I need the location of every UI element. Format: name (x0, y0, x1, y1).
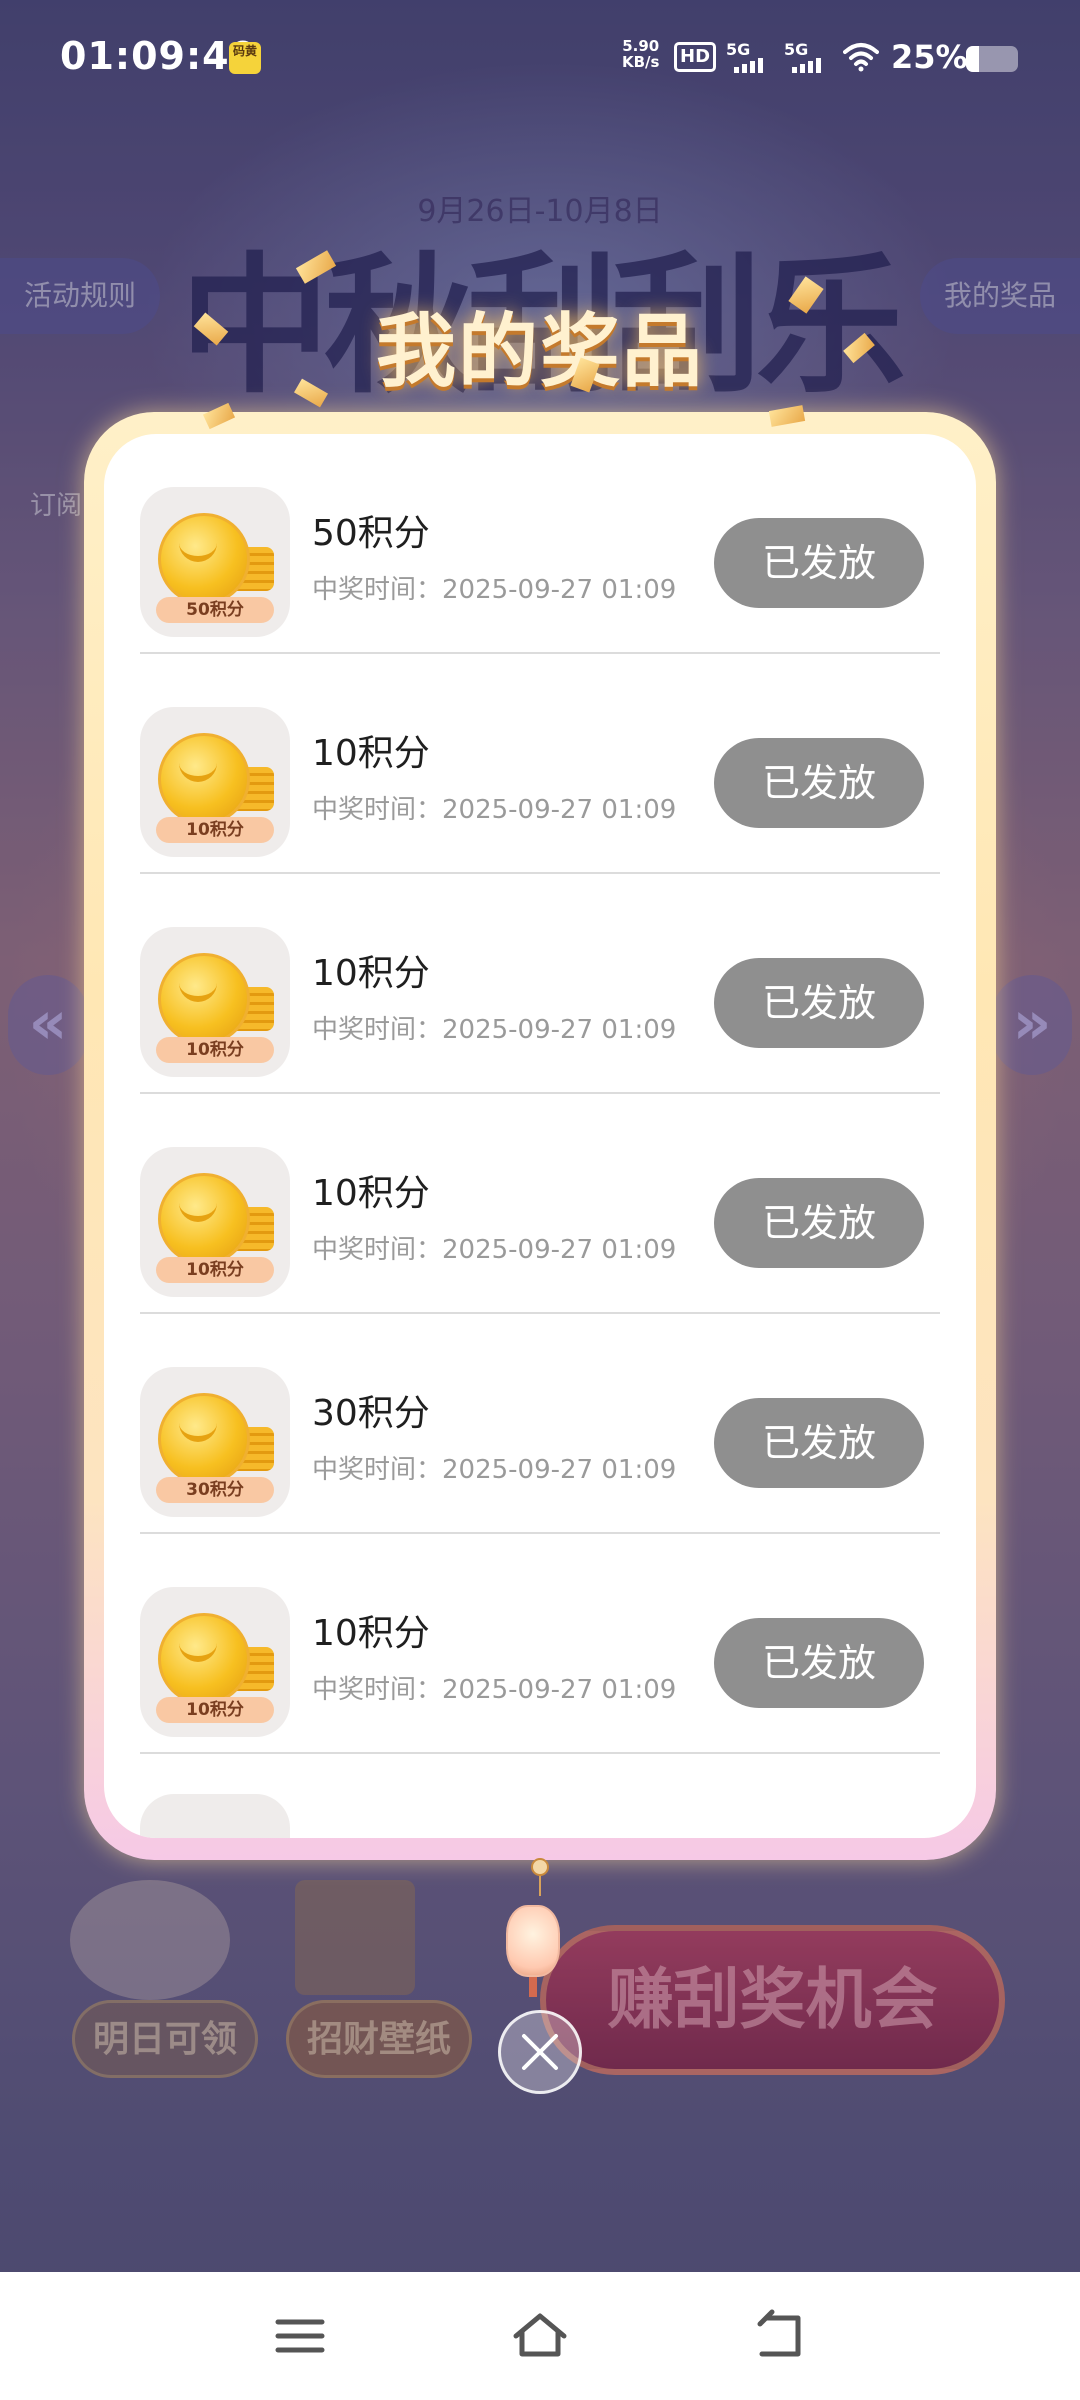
prize-row: 10积分 10积分 中奖时间：2025-09-27 01:09 已发放 (140, 1534, 940, 1754)
prize-name: 30积分 (312, 1393, 430, 1434)
status-time: 01:09:40 (60, 34, 258, 78)
close-button[interactable] (498, 2010, 582, 2094)
coin-graphic (158, 1613, 250, 1705)
coin-icon: 10积分 (140, 707, 290, 857)
battery-percentage: 25% (891, 38, 968, 76)
close-icon (522, 2034, 558, 2070)
prize-name: 50积分 (312, 513, 430, 554)
prize-time: 中奖时间：2025-09-27 01:09 (312, 575, 677, 605)
back-icon[interactable] (750, 2306, 810, 2366)
issued-status-button[interactable]: 已发放 (714, 518, 924, 608)
lantern-knot (531, 1858, 549, 1876)
status-bar: 01:09:40 码黄 5.90 KB/s HD 5G 5G 25% (0, 0, 1080, 116)
battery-icon (966, 46, 1018, 72)
issued-status-button[interactable]: 已发放 (714, 958, 924, 1048)
prize-badge: 10积分 (156, 817, 274, 843)
next-prize-thumbnail (140, 1794, 290, 1838)
issued-status-button[interactable]: 已发放 (714, 738, 924, 828)
navigation-bar (0, 2272, 1080, 2400)
sim2-network-label: 5G (784, 40, 809, 59)
prize-name: 10积分 (312, 733, 430, 774)
coin-graphic (158, 953, 250, 1045)
hd-voice-icon: HD (674, 42, 717, 72)
coin-icon: 10积分 (140, 1587, 290, 1737)
lantern-tassel (529, 1977, 537, 1997)
prize-badge: 10积分 (156, 1697, 274, 1723)
coin-icon: 50积分 (140, 487, 290, 637)
coin-graphic (158, 1173, 250, 1265)
coin-icon: 10积分 (140, 927, 290, 1077)
prize-time: 中奖时间：2025-09-27 01:09 (312, 1675, 677, 1705)
coin-icon: 30积分 (140, 1367, 290, 1517)
menu-icon[interactable] (270, 2306, 330, 2366)
prize-time: 中奖时间：2025-09-27 01:09 (312, 1455, 677, 1485)
prize-name: 10积分 (312, 953, 430, 994)
coin-graphic (158, 733, 250, 825)
popup-title: 我的奖品 (376, 305, 704, 398)
coin-graphic (158, 513, 250, 605)
prize-row: 30积分 30积分 中奖时间：2025-09-27 01:09 已发放 (140, 1314, 940, 1534)
prize-list[interactable]: 50积分 50积分 中奖时间：2025-09-27 01:09 已发放 10积分 10积分… (104, 434, 976, 1838)
prize-badge: 10积分 (156, 1037, 274, 1063)
prize-time: 中奖时间：2025-09-27 01:09 (312, 1235, 677, 1265)
wifi-icon (843, 43, 879, 72)
issued-status-button[interactable]: 已发放 (714, 1178, 924, 1268)
prize-badge: 30积分 (156, 1477, 274, 1503)
network-speed-value: 5.90 (622, 37, 660, 55)
prizes-popup: 50积分 50积分 中奖时间：2025-09-27 01:09 已发放 10积分 10积分… (84, 412, 996, 1860)
prize-row: 50积分 50积分 中奖时间：2025-09-27 01:09 已发放 (140, 434, 940, 654)
prize-row: 10积分 10积分 中奖时间：2025-09-27 01:09 已发放 (140, 874, 940, 1094)
lantern-icon (506, 1905, 560, 1977)
prize-badge: 10积分 (156, 1257, 274, 1283)
prize-time: 中奖时间：2025-09-27 01:09 (312, 795, 677, 825)
prize-name: 10积分 (312, 1173, 430, 1214)
prize-badge: 50积分 (156, 597, 274, 623)
sim1-network-label: 5G (726, 40, 751, 59)
prize-row: 10积分 10积分 中奖时间：2025-09-27 01:09 已发放 (140, 1094, 940, 1314)
issued-status-button[interactable]: 已发放 (714, 1618, 924, 1708)
coin-icon: 10积分 (140, 1147, 290, 1297)
app-notification-icon: 码黄 (229, 42, 261, 74)
prize-row: 10积分 10积分 中奖时间：2025-09-27 01:09 已发放 (140, 654, 940, 874)
issued-status-button[interactable]: 已发放 (714, 1398, 924, 1488)
home-icon[interactable] (510, 2306, 570, 2366)
prizes-popup-panel: 50积分 50积分 中奖时间：2025-09-27 01:09 已发放 10积分 10积分… (104, 434, 976, 1838)
network-speed-unit: KB/s (622, 53, 660, 71)
coin-graphic (158, 1393, 250, 1485)
prize-time: 中奖时间：2025-09-27 01:09 (312, 1015, 677, 1045)
prize-name: 10积分 (312, 1613, 430, 1654)
network-speed: 5.90 KB/s (622, 38, 659, 70)
